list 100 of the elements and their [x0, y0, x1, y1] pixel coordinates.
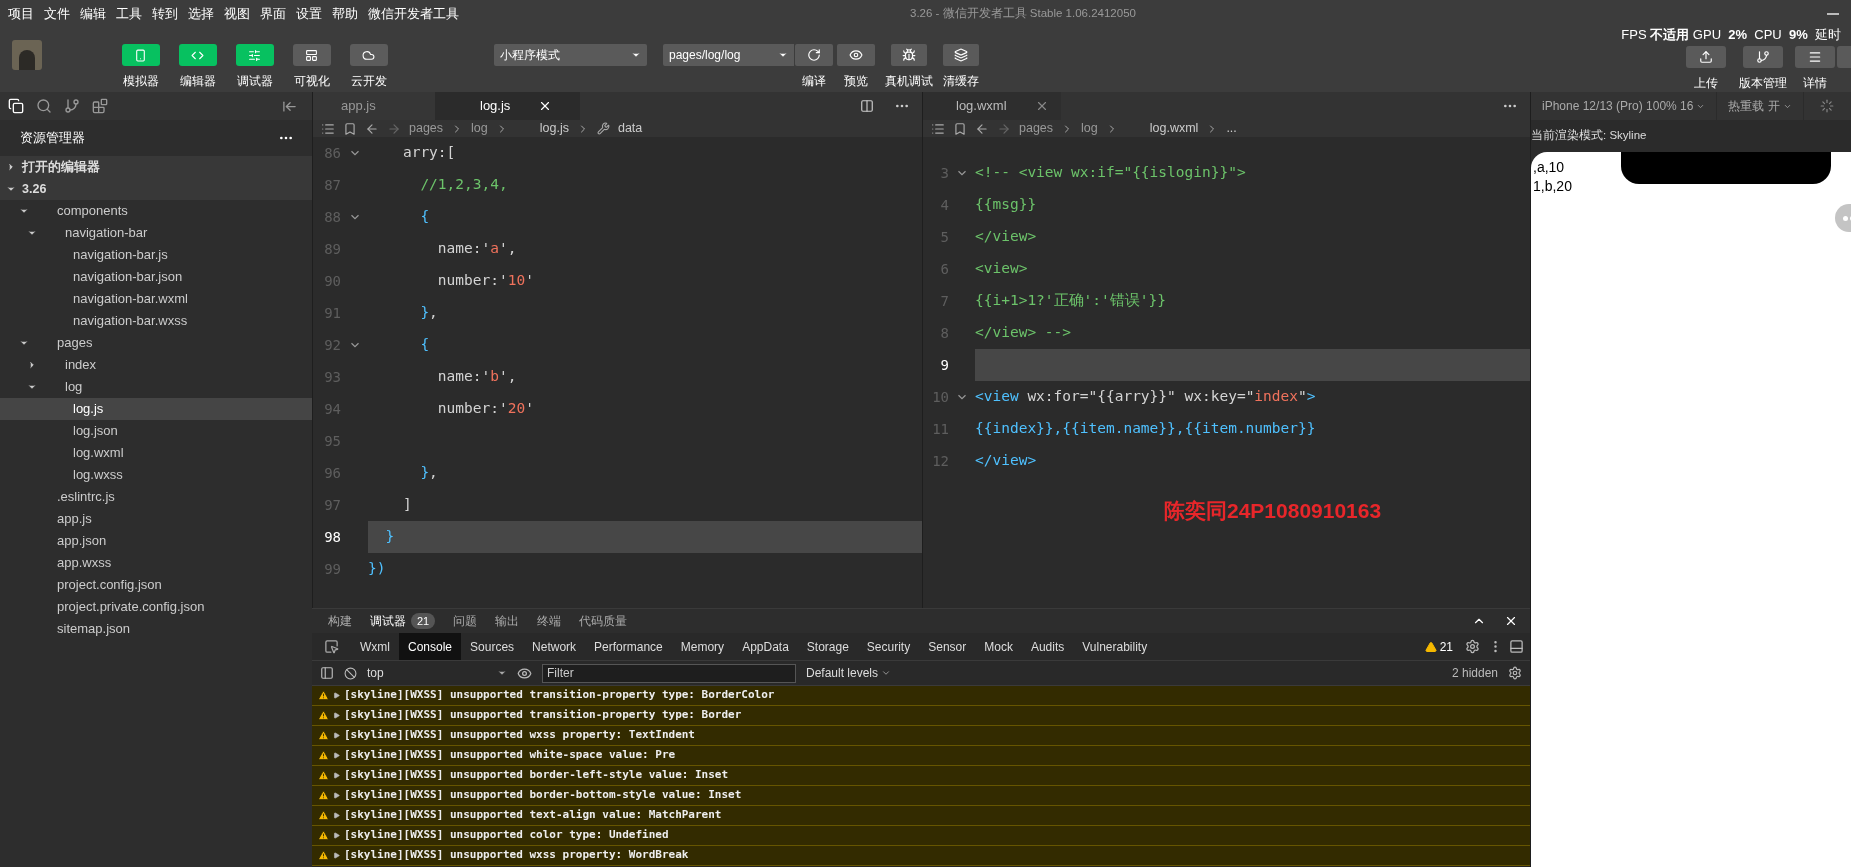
editor-tab[interactable]: log.wxml — [923, 92, 1061, 120]
devtools-tab[interactable]: Sensor — [919, 633, 976, 660]
panel-tab[interactable]: 调试器 21 — [370, 612, 436, 630]
devtools-tab[interactable]: AppData — [733, 633, 798, 660]
tree-item[interactable]: index — [0, 354, 312, 376]
panel-tab[interactable]: 构建 — [328, 612, 352, 630]
panel-tab[interactable]: 输出 — [495, 612, 520, 630]
tree-item[interactable]: navigation-bar.js — [0, 244, 312, 266]
sidebar-toggle-icon[interactable] — [320, 666, 334, 680]
console-message[interactable]: [skyline][WXSS] unsupported wxss property: WordBreak — [312, 846, 1530, 866]
tree-item[interactable]: navigation-bar.wxss — [0, 310, 312, 332]
tree-item[interactable]: log.js — [0, 398, 312, 420]
console-message[interactable]: [skyline][WXSS] unsupported color type: Undefined — [312, 826, 1530, 846]
inspect-icon[interactable] — [324, 639, 339, 654]
tree-item[interactable]: log.wxss — [0, 464, 312, 486]
devtools-tab[interactable]: Vulnerability — [1073, 633, 1157, 660]
view-toggle-button[interactable] — [178, 44, 217, 66]
search-icon[interactable] — [36, 98, 52, 114]
close-icon[interactable] — [1504, 614, 1518, 628]
toolbar-button[interactable] — [1743, 45, 1783, 68]
back-arrow-icon[interactable] — [975, 121, 989, 136]
toolbar-button[interactable] — [891, 44, 927, 66]
breadcrumb-item[interactable]: log.wxml — [1149, 119, 1199, 138]
dock-icon[interactable] — [1509, 639, 1524, 654]
menu-item[interactable]: 选择 — [188, 4, 214, 24]
console-message[interactable]: [skyline][WXSS] unsupported border-left-style value: Inset — [312, 766, 1530, 786]
console-message[interactable]: [skyline][WXSS] unsupported white-space value: Pre — [312, 746, 1530, 766]
page-select[interactable]: pages/log/log — [663, 44, 794, 66]
devtools-tab[interactable]: Storage — [797, 633, 858, 660]
settings-icon[interactable] — [1465, 639, 1480, 654]
tree-item[interactable]: navigation-bar.wxml — [0, 288, 312, 310]
devtools-tab[interactable]: Network — [523, 633, 586, 660]
breadcrumb-item[interactable]: log — [471, 119, 488, 138]
breadcrumb-item[interactable]: pages — [1019, 119, 1054, 138]
menu-item[interactable]: 文件 — [44, 4, 70, 24]
devtools-tab[interactable]: Security — [857, 633, 920, 660]
tree-item[interactable]: navigation-bar — [0, 222, 312, 244]
menu-item[interactable]: 工具 — [116, 4, 142, 24]
menu-item[interactable]: 编辑 — [80, 4, 106, 24]
loading-icon[interactable] — [1820, 99, 1835, 113]
view-toggle-button[interactable] — [235, 44, 274, 66]
settings-icon[interactable] — [1508, 666, 1522, 680]
bookmark-icon[interactable] — [343, 121, 357, 136]
breadcrumb-item[interactable]: data — [617, 119, 643, 138]
branch-icon[interactable] — [64, 98, 80, 114]
devtools-tab[interactable]: Performance — [585, 633, 672, 660]
tree-item[interactable]: app.wxss — [0, 552, 312, 574]
toolbar-button[interactable] — [1795, 45, 1835, 68]
console-message[interactable]: [skyline][WXSS] unsupported transition-property type: BorderColor — [312, 686, 1530, 706]
levels-select[interactable]: Default levels — [806, 664, 892, 682]
devtools-tab[interactable]: Sources — [461, 633, 524, 660]
menu-item[interactable]: 视图 — [224, 4, 250, 24]
filter-field[interactable]: Filter — [542, 663, 796, 683]
console-message[interactable]: [skyline][WXSS] unsupported wxss property: TextIndent — [312, 726, 1530, 746]
view-toggle-button[interactable] — [349, 44, 388, 66]
tree-item[interactable]: components — [0, 200, 312, 222]
breadcrumb-item[interactable]: ... — [1226, 119, 1237, 138]
files-icon[interactable] — [8, 98, 24, 114]
device-select[interactable]: iPhone 12/13 (Pro) 100% 16 — [1531, 92, 1718, 120]
devtools-tab[interactable]: Mock — [975, 633, 1022, 660]
menu-item[interactable]: 微信开发者工具 — [368, 4, 459, 24]
view-toggle-button[interactable] — [292, 44, 331, 66]
outline-icon[interactable] — [931, 121, 945, 136]
section-header[interactable]: 3.26 — [0, 178, 312, 200]
clear-icon[interactable] — [344, 666, 357, 680]
outline-icon[interactable] — [321, 121, 335, 136]
breadcrumb-item[interactable]: pages — [409, 119, 444, 138]
tree-item[interactable]: app.json — [0, 530, 312, 552]
tree-item[interactable]: log.wxml — [0, 442, 312, 464]
tree-item[interactable]: app.js — [0, 508, 312, 530]
split-editor-icon[interactable] — [860, 99, 874, 113]
devtools-tab[interactable]: Memory — [671, 633, 734, 660]
panel-tab[interactable]: 代码质量 — [579, 612, 628, 630]
menu-item[interactable]: 转到 — [152, 4, 178, 24]
toolbar-button[interactable] — [795, 44, 833, 66]
extensions-icon[interactable] — [92, 98, 108, 114]
console-message[interactable]: [skyline][WXSS] unsupported transition-property type: Border — [312, 706, 1530, 726]
tree-item[interactable]: sitemap.json — [0, 618, 312, 640]
tree-item[interactable]: log.json — [0, 420, 312, 442]
devtools-tab[interactable]: Console — [399, 633, 462, 660]
menu-item[interactable]: 帮助 — [332, 4, 358, 24]
console-message[interactable]: [skyline][WXSS] unsupported border-bottom-style value: Inset — [312, 786, 1530, 806]
tree-item[interactable]: project.config.json — [0, 574, 312, 596]
console-message[interactable]: [skyline][WXSS] unsupported text-align value: MatchParent — [312, 806, 1530, 826]
section-header[interactable]: 打开的编辑器 — [0, 156, 312, 178]
context-select[interactable]: top — [367, 664, 507, 682]
eye-icon[interactable] — [517, 665, 532, 681]
menu-item[interactable]: 设置 — [296, 4, 322, 24]
devtools-tab[interactable]: Audits — [1021, 633, 1074, 660]
menu-item[interactable]: 界面 — [260, 4, 286, 24]
tree-item[interactable]: project.private.config.json — [0, 596, 312, 618]
mode-select[interactable]: 小程序模式 — [494, 44, 647, 66]
toolbar-button[interactable] — [1686, 45, 1726, 68]
breadcrumb-item[interactable]: log.js — [539, 119, 569, 138]
breadcrumb-item[interactable]: log — [1081, 119, 1098, 138]
toolbar-button[interactable] — [837, 44, 875, 66]
toolbar-button[interactable] — [943, 44, 979, 66]
menu-item[interactable]: 项目 — [8, 4, 34, 24]
tree-item[interactable]: navigation-bar.json — [0, 266, 312, 288]
bookmark-icon[interactable] — [953, 121, 967, 136]
